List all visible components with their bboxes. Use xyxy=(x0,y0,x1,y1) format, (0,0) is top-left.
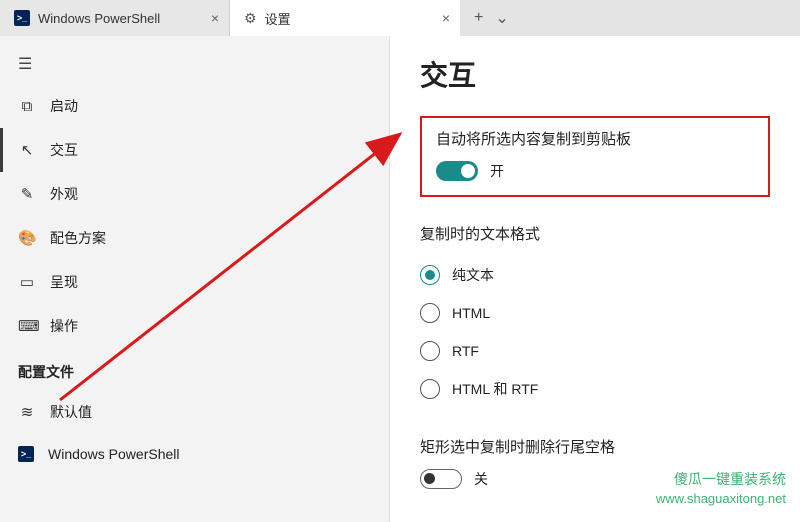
tab-strip: >_ Windows PowerShell × ⚙ 设置 × + ⌄ xyxy=(0,0,800,36)
sidebar-item-label: Windows PowerShell xyxy=(48,446,180,462)
sidebar-item-label: 操作 xyxy=(50,316,78,336)
radio-html-rtf[interactable]: HTML 和 RTF xyxy=(420,370,770,408)
radio-label: HTML 和 RTF xyxy=(452,379,538,399)
toggle-switch-off[interactable] xyxy=(420,469,462,489)
gear-icon: ⚙ xyxy=(244,10,257,27)
startup-icon: ⧉ xyxy=(18,98,36,115)
radio-label: 纯文本 xyxy=(452,265,494,285)
setting-text-format: 复制时的文本格式 纯文本 HTML RTF HTML 和 RTF xyxy=(420,223,770,408)
close-icon[interactable]: × xyxy=(211,10,219,26)
tab-settings[interactable]: ⚙ 设置 × xyxy=(230,0,460,36)
sidebar-item-label: 启动 xyxy=(50,96,78,116)
radio-label: RTF xyxy=(452,343,479,359)
brush-icon: ✎ xyxy=(18,185,36,203)
sidebar: ☰ ⧉ 启动 ↖ 交互 ✎ 外观 🎨 配色方案 ▭ 呈现 ⌨ 操作 配置文件 ≋… xyxy=(0,36,390,522)
sidebar-item-startup[interactable]: ⧉ 启动 xyxy=(0,84,389,128)
monitor-icon: ▭ xyxy=(18,273,36,291)
sidebar-section-header: 配置文件 xyxy=(0,348,389,390)
sidebar-item-interaction[interactable]: ↖ 交互 xyxy=(0,128,389,172)
sidebar-item-actions[interactable]: ⌨ 操作 xyxy=(0,304,389,348)
toggle-state-label: 开 xyxy=(490,161,504,181)
radio-label: HTML xyxy=(452,305,490,321)
tab-powershell[interactable]: >_ Windows PowerShell × xyxy=(0,0,230,36)
highlight-annotation: 自动将所选内容复制到剪贴板 开 xyxy=(420,116,770,197)
toggle-state-label: 关 xyxy=(474,469,488,489)
sidebar-item-color-schemes[interactable]: 🎨 配色方案 xyxy=(0,216,389,260)
radio-rtf[interactable]: RTF xyxy=(420,332,770,370)
sidebar-item-label: 交互 xyxy=(50,140,78,160)
sidebar-item-appearance[interactable]: ✎ 外观 xyxy=(0,172,389,216)
sidebar-item-label: 外观 xyxy=(50,184,78,204)
sidebar-item-label: 默认值 xyxy=(50,402,92,422)
setting-label-copy: 自动将所选内容复制到剪贴板 xyxy=(436,128,754,149)
toggle-switch-on[interactable] xyxy=(436,161,478,181)
setting-label-format: 复制时的文本格式 xyxy=(420,223,770,244)
radio-html[interactable]: HTML xyxy=(420,294,770,332)
radio-unchecked-icon xyxy=(420,379,440,399)
sidebar-item-defaults[interactable]: ≋ 默认值 xyxy=(0,390,389,434)
watermark: 傻瓜一键重装系统 www.shaguaxitong.net xyxy=(656,470,786,508)
toggle-copy-clipboard[interactable]: 开 xyxy=(436,161,754,181)
cursor-icon: ↖ xyxy=(18,141,36,159)
radio-plain-text[interactable]: 纯文本 xyxy=(420,256,770,294)
sidebar-item-profile-powershell[interactable]: >_ Windows PowerShell xyxy=(0,434,389,474)
keyboard-icon: ⌨ xyxy=(18,317,36,335)
page-title: 交互 xyxy=(420,54,770,94)
tab-actions: + ⌄ xyxy=(460,0,523,36)
radio-unchecked-icon xyxy=(420,341,440,361)
main-area: ☰ ⧉ 启动 ↖ 交互 ✎ 外观 🎨 配色方案 ▭ 呈现 ⌨ 操作 配置文件 ≋… xyxy=(0,36,800,522)
watermark-text: 傻瓜一键重装系统 xyxy=(656,470,786,490)
radio-unchecked-icon xyxy=(420,303,440,323)
sidebar-item-label: 呈现 xyxy=(50,272,78,292)
powershell-icon: >_ xyxy=(18,446,34,462)
hamburger-icon[interactable]: ☰ xyxy=(0,44,389,84)
layers-icon: ≋ xyxy=(18,403,36,421)
tab-label: 设置 xyxy=(265,9,446,28)
chevron-down-icon[interactable]: ⌄ xyxy=(495,8,508,28)
tab-label: Windows PowerShell xyxy=(38,11,215,26)
sidebar-item-rendering[interactable]: ▭ 呈现 xyxy=(0,260,389,304)
new-tab-icon[interactable]: + xyxy=(474,9,483,27)
radio-checked-icon xyxy=(420,265,440,285)
close-icon[interactable]: × xyxy=(442,10,450,26)
sidebar-item-label: 配色方案 xyxy=(50,228,106,248)
watermark-url: www.shaguaxitong.net xyxy=(656,490,786,508)
setting-label-trim: 矩形选中复制时删除行尾空格 xyxy=(420,436,770,457)
palette-icon: 🎨 xyxy=(18,229,36,247)
content-panel: 交互 自动将所选内容复制到剪贴板 开 复制时的文本格式 纯文本 HTML RTF xyxy=(390,36,800,522)
powershell-icon: >_ xyxy=(14,10,30,26)
